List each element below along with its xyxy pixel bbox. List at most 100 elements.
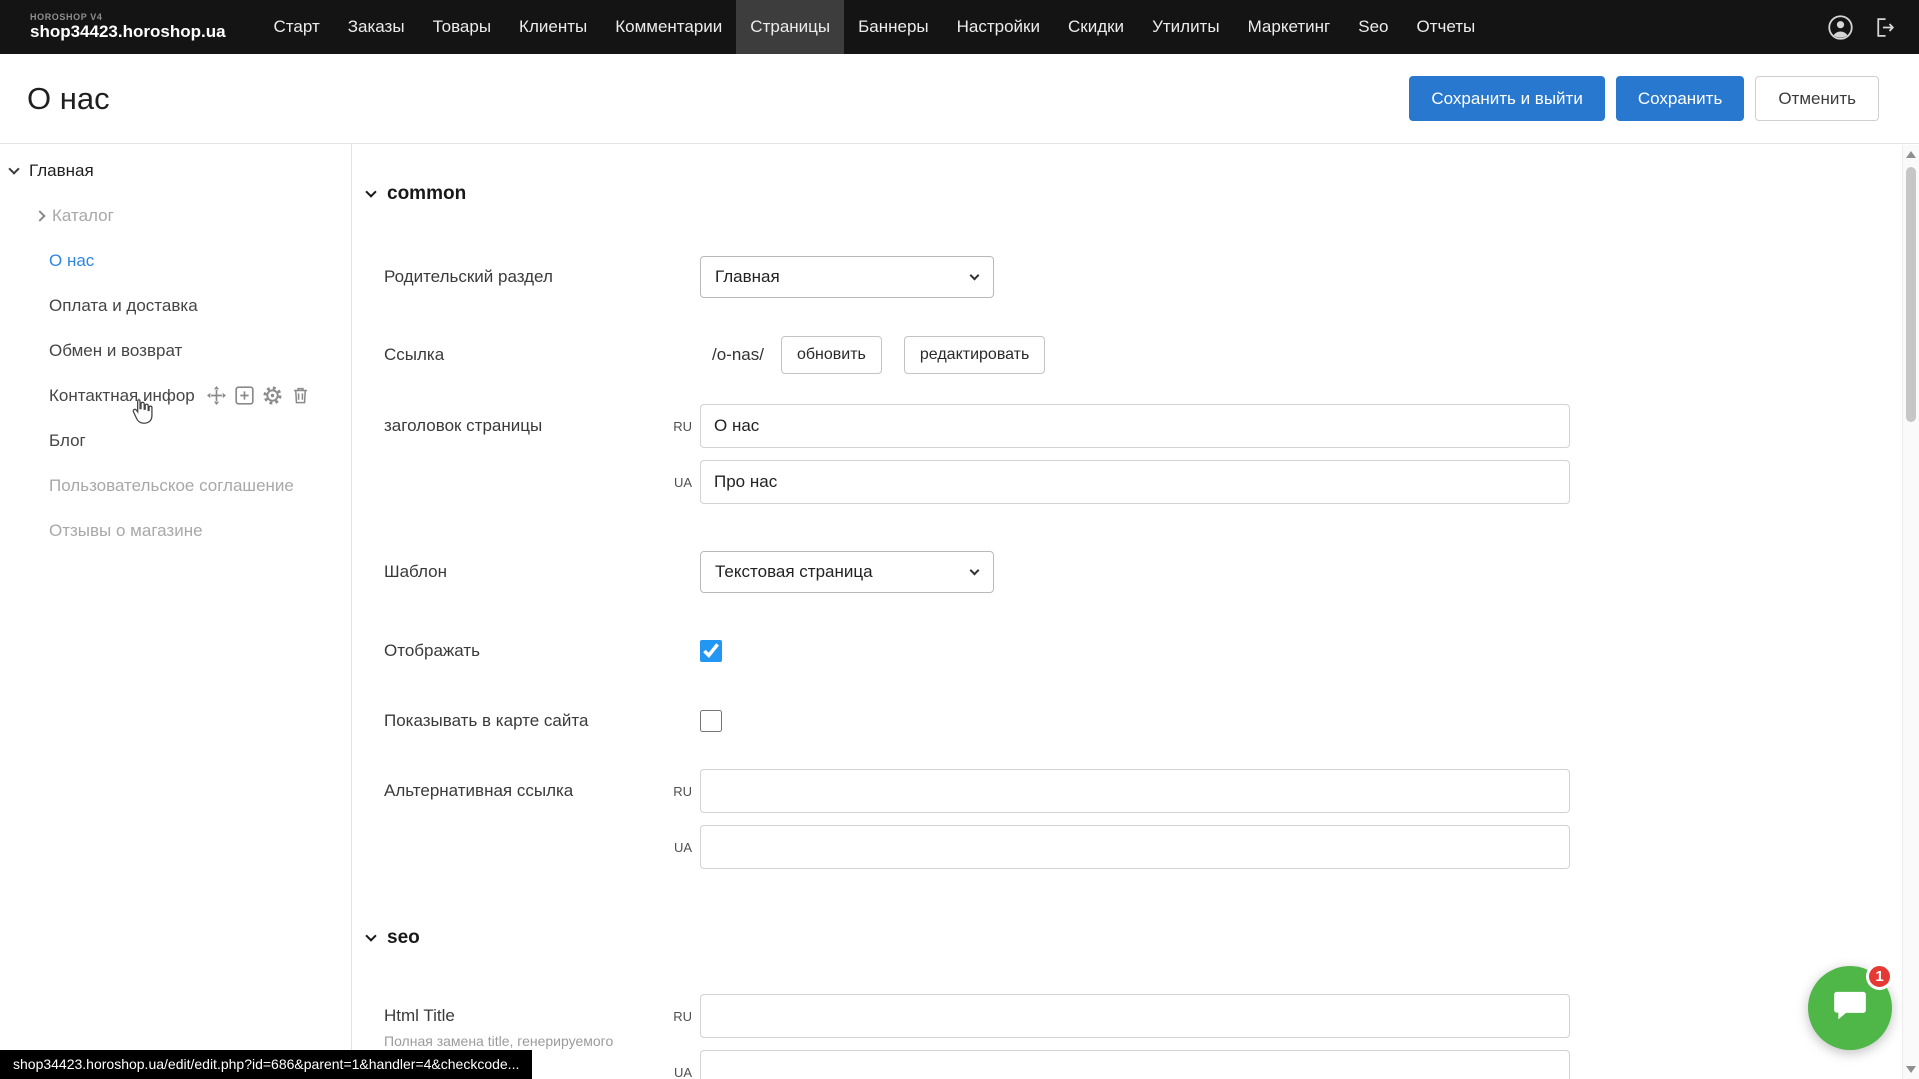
nav-item-banners[interactable]: Баннеры bbox=[844, 0, 943, 54]
tree-item-label: Обмен и возврат bbox=[49, 341, 182, 361]
app-logo[interactable]: HOROSHOP V4 shop34423.horoshop.ua bbox=[30, 0, 226, 54]
user-account-icon[interactable] bbox=[1827, 14, 1854, 41]
chat-widget-button[interactable]: 1 bbox=[1808, 966, 1892, 1050]
nav-item-settings[interactable]: Настройки bbox=[943, 0, 1054, 54]
logout-icon[interactable] bbox=[1872, 15, 1897, 40]
sidebar-item-blog[interactable]: Блог bbox=[0, 418, 351, 463]
display-row: Отображать bbox=[384, 640, 1919, 662]
parent-section-row: Родительский раздел Главная bbox=[384, 256, 1919, 298]
tree-item-label: Каталог bbox=[52, 206, 114, 226]
template-value: Текстовая страница bbox=[715, 562, 873, 582]
sidebar-item-catalog[interactable]: Каталог bbox=[0, 193, 351, 238]
gear-icon[interactable] bbox=[263, 386, 282, 405]
add-page-icon[interactable] bbox=[235, 386, 254, 405]
page-title-label: заголовок страницы bbox=[384, 404, 664, 448]
page-header: О нас Сохранить и выйти Сохранить Отмени… bbox=[0, 54, 1919, 144]
move-icon[interactable] bbox=[207, 386, 226, 405]
lang-ru-badge: RU bbox=[664, 419, 692, 434]
sitemap-checkbox[interactable] bbox=[700, 710, 722, 732]
lang-ua-badge: UA bbox=[664, 1065, 692, 1079]
tree-item-label: Блог bbox=[49, 431, 86, 451]
section-common-toggle[interactable]: common bbox=[367, 182, 1919, 206]
nav-item-comments[interactable]: Комментарии bbox=[601, 0, 736, 54]
html-title-row: Html Title Полная замена title, генериру… bbox=[384, 994, 1919, 1079]
link-edit-button[interactable]: редактировать bbox=[904, 336, 1045, 374]
page-edit-form: common Родительский раздел Главная Ссылк… bbox=[352, 144, 1919, 1079]
nav-item-products[interactable]: Товары bbox=[419, 0, 505, 54]
cancel-button[interactable]: Отменить bbox=[1755, 76, 1879, 121]
tree-item-label: Пользовательское соглашение bbox=[49, 476, 294, 496]
lang-ua-badge: UA bbox=[664, 475, 692, 490]
lang-ua-badge: UA bbox=[664, 840, 692, 855]
chevron-down-icon bbox=[970, 565, 980, 575]
tree-item-label: Контактная инфор bbox=[49, 386, 195, 406]
template-row: Шаблон Текстовая страница bbox=[384, 551, 1919, 593]
link-url-statusbar: shop34423.horoshop.ua/edit/edit.php?id=6… bbox=[0, 1050, 532, 1079]
template-label: Шаблон bbox=[384, 562, 700, 582]
trash-icon[interactable] bbox=[291, 386, 310, 405]
alt-link-label: Альтернативная ссылка bbox=[384, 769, 664, 813]
header-actions: Сохранить и выйти Сохранить Отменить bbox=[1409, 76, 1879, 121]
nav-item-pages[interactable]: Страницы bbox=[736, 0, 844, 54]
logo-domain-label: shop34423.horoshop.ua bbox=[30, 23, 226, 42]
chat-notification-badge: 1 bbox=[1866, 963, 1893, 990]
template-select[interactable]: Текстовая страница bbox=[700, 551, 994, 593]
lang-ru-badge: RU bbox=[664, 1009, 692, 1024]
link-path-value: /o-nas/ bbox=[700, 345, 764, 365]
link-row: Ссылка /o-nas/ обновить редактировать bbox=[384, 336, 1919, 374]
sidebar-item-glavnaya[interactable]: Главная bbox=[0, 148, 351, 193]
nav-item-orders[interactable]: Заказы bbox=[334, 0, 419, 54]
chevron-down-icon bbox=[365, 930, 376, 941]
section-common-label: common bbox=[387, 183, 466, 205]
page-title: О нас bbox=[27, 81, 110, 117]
parent-section-label: Родительский раздел bbox=[384, 267, 700, 287]
nav-item-start[interactable]: Старт bbox=[260, 0, 334, 54]
section-seo-toggle[interactable]: seo bbox=[367, 926, 1919, 950]
main-menu: Старт Заказы Товары Клиенты Комментарии … bbox=[260, 0, 1490, 54]
nav-item-reports[interactable]: Отчеты bbox=[1402, 0, 1489, 54]
sidebar-item-o-nas[interactable]: О нас bbox=[0, 238, 351, 283]
page-title-row: заголовок страницы RU UA bbox=[384, 404, 1919, 504]
parent-section-value: Главная bbox=[715, 267, 780, 287]
display-checkbox[interactable] bbox=[700, 640, 722, 662]
chevron-down-icon bbox=[970, 270, 980, 280]
save-button[interactable]: Сохранить bbox=[1616, 76, 1744, 121]
alt-link-ua-input[interactable] bbox=[700, 825, 1570, 869]
sitemap-row: Показывать в карте сайта bbox=[384, 710, 1919, 732]
lang-ru-badge: RU bbox=[664, 784, 692, 799]
link-refresh-button[interactable]: обновить bbox=[781, 336, 882, 374]
scrollbar-down-arrow-icon[interactable] bbox=[1906, 1066, 1916, 1073]
scrollbar-up-arrow-icon[interactable] bbox=[1906, 151, 1916, 158]
alt-link-ru-input[interactable] bbox=[700, 769, 1570, 813]
chevron-right-icon[interactable] bbox=[34, 210, 45, 221]
chat-bubble-icon bbox=[1830, 986, 1870, 1031]
vertical-scrollbar[interactable] bbox=[1902, 145, 1919, 1079]
sidebar-item-agreement[interactable]: Пользовательское соглашение bbox=[0, 463, 351, 508]
pages-tree-sidebar: Главная Каталог О нас Оплата и доставка … bbox=[0, 144, 352, 1079]
sidebar-item-oplata-i-dostavka[interactable]: Оплата и доставка bbox=[0, 283, 351, 328]
page-title-ru-input[interactable] bbox=[700, 404, 1570, 448]
nav-item-marketing[interactable]: Маркетинг bbox=[1234, 0, 1345, 54]
link-label: Ссылка bbox=[384, 345, 700, 365]
chevron-down-icon bbox=[365, 186, 376, 197]
sidebar-item-shop-reviews[interactable]: Отзывы о магазине bbox=[0, 508, 351, 553]
parent-section-select[interactable]: Главная bbox=[700, 256, 994, 298]
nav-item-utilities[interactable]: Утилиты bbox=[1138, 0, 1234, 54]
nav-item-clients[interactable]: Клиенты bbox=[505, 0, 601, 54]
top-navbar: HOROSHOP V4 shop34423.horoshop.ua Старт … bbox=[0, 0, 1919, 54]
tree-root-label: Главная bbox=[29, 161, 94, 181]
section-seo-label: seo bbox=[387, 927, 420, 949]
sidebar-item-obmen-i-vozvrat[interactable]: Обмен и возврат bbox=[0, 328, 351, 373]
save-and-exit-button[interactable]: Сохранить и выйти bbox=[1409, 76, 1604, 121]
scrollbar-thumb[interactable] bbox=[1906, 167, 1916, 422]
sidebar-item-kontaktnaya-informatsiya[interactable]: Контактная инфор bbox=[0, 373, 351, 418]
page-title-ua-input[interactable] bbox=[700, 460, 1570, 504]
display-label: Отображать bbox=[384, 641, 700, 661]
tree-item-hover-actions bbox=[207, 386, 310, 405]
nav-item-seo[interactable]: Seo bbox=[1344, 0, 1402, 54]
html-title-ru-input[interactable] bbox=[700, 994, 1570, 1038]
html-title-ua-input[interactable] bbox=[700, 1050, 1570, 1079]
nav-item-discounts[interactable]: Скидки bbox=[1054, 0, 1138, 54]
tree-item-label: Оплата и доставка bbox=[49, 296, 198, 316]
chevron-down-icon[interactable] bbox=[8, 163, 19, 174]
